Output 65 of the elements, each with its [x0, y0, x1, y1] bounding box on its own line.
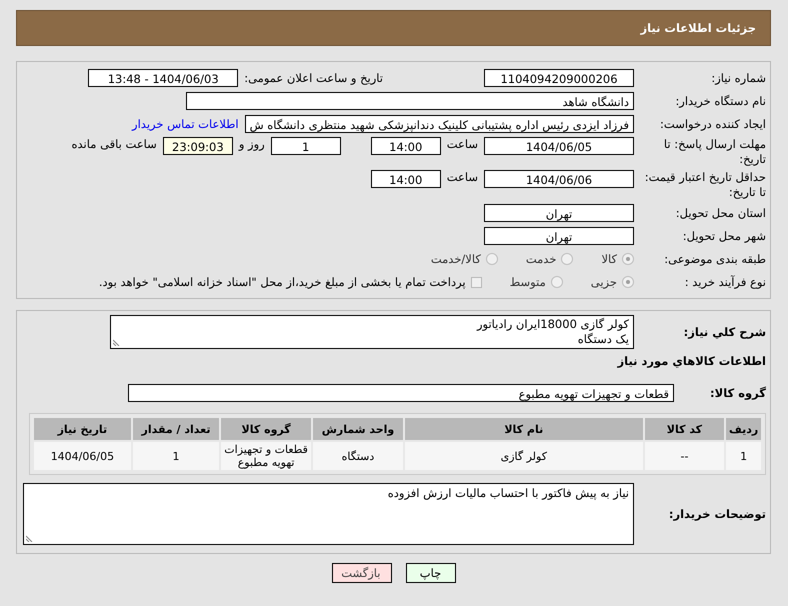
days-field: 1	[270, 137, 341, 155]
field-label: توضیحات خریدار:	[668, 506, 766, 522]
field-label: شرح كلي نياز:	[682, 324, 766, 340]
table-cell: 1	[132, 442, 220, 470]
requester-field: فرزاد ایزدی رئیس اداره پشتیبانی کلینیک دندانپزشکی شهید منتظری دانشگاه ش	[244, 115, 634, 133]
radio-button[interactable]	[622, 276, 634, 288]
table-cell: دستگاه	[313, 442, 403, 470]
field-label: شماره نیاز:	[710, 70, 766, 86]
table-cell: کولر گازی	[404, 442, 643, 470]
remaining-time-field: 23:09:03	[162, 137, 233, 155]
buyer-org-field: دانشگاه شاهد	[186, 92, 634, 110]
column-header: تعداد / مقدار	[132, 418, 220, 440]
field-label: ایجاد کننده درخواست:	[659, 116, 766, 132]
column-header: ردیف	[726, 418, 761, 440]
table-cell: قطعات و تجهیزات تهویه مطبوع	[221, 442, 312, 470]
payment-note: پرداخت تمام یا بخشی از مبلغ خرید،از محل "اسناد خزانه اسلامی" خواهد بود.	[98, 275, 466, 289]
field-label: نوع فرآیند خرید :	[684, 274, 766, 290]
column-header: نام کالا	[404, 418, 643, 440]
buyer-notes-field[interactable]: نیاز به پیش فاکتور با احتساب مالیات ارزش افزوده	[23, 483, 634, 545]
radio-button[interactable]	[622, 253, 634, 265]
field-label: ساعت	[446, 170, 478, 184]
time-field: 14:00	[370, 137, 441, 155]
column-header: تاریخ نیاز	[34, 418, 131, 440]
column-header: واحد شمارش	[313, 418, 403, 440]
radio-button[interactable]	[550, 276, 563, 288]
option-label: کالا	[601, 252, 617, 266]
contact-link[interactable]: اطلاعات تماس خریدار	[132, 117, 239, 131]
radio-button[interactable]	[561, 253, 574, 265]
table-cell: 1404/06/05	[34, 442, 131, 470]
description-field[interactable]: کولر گازی 18000ایران رادیاتور یک دستگاه	[110, 315, 634, 349]
description-text: کولر گازی 18000ایران رادیاتور یک دستگاه	[476, 317, 629, 346]
radio-button[interactable]	[486, 253, 498, 265]
notes-text: نیاز به پیش فاکتور با احتساب مالیات ارزش افزوده	[388, 486, 629, 500]
option-label: جزیی	[590, 275, 617, 289]
option-label: کالا/خدمت	[430, 252, 481, 266]
option-label: متوسط	[510, 275, 546, 289]
table-cell: 1	[726, 442, 761, 470]
checkbox[interactable]	[470, 276, 482, 288]
field-label: طبقه بندی موضوعی:	[663, 252, 766, 266]
page-title: جزئیات اطلاعات نیاز	[16, 10, 771, 46]
field-label: مهلت ارسال پاسخ: تا تاریخ:	[662, 137, 766, 167]
resize-grip-icon[interactable]	[26, 534, 34, 542]
resize-grip-icon[interactable]	[113, 338, 121, 346]
field-label: حداقل تاریخ اعتبار قیمت: تا تاریخ:	[644, 170, 766, 200]
back-button[interactable]: بازگشت	[332, 563, 392, 583]
section-heading: اطلاعات كالاهاي مورد نياز	[618, 354, 766, 368]
option-label: خدمت	[526, 252, 556, 266]
column-header: کد کالا	[644, 418, 724, 440]
field-label: گروه کالا:	[710, 386, 766, 400]
announce-date-field: 1404/06/03 - 13:48	[88, 69, 238, 87]
goods-group-field: قطعات و تجهیزات تهویه مطبوع	[128, 384, 674, 402]
field-label: نام دستگاه خریدار:	[674, 94, 766, 108]
print-button[interactable]: چاپ	[406, 563, 456, 583]
field-label: ساعت باقی مانده	[72, 137, 157, 151]
field-label: تاریخ و ساعت اعلان عمومی:	[244, 71, 383, 85]
field-label: شهر محل تحویل:	[682, 228, 766, 244]
date-field: 1404/06/05	[484, 137, 634, 155]
field-label: ساعت	[446, 137, 478, 151]
need-number-field: 1104094209000206	[484, 69, 634, 87]
date-field: 1404/06/06	[484, 170, 634, 188]
field-label: روز و	[238, 137, 265, 151]
column-header: گروه کالا	[221, 418, 312, 440]
time-field: 14:00	[370, 170, 441, 188]
field-label: استان محل تحویل:	[674, 206, 766, 220]
table-cell: --	[644, 442, 724, 470]
